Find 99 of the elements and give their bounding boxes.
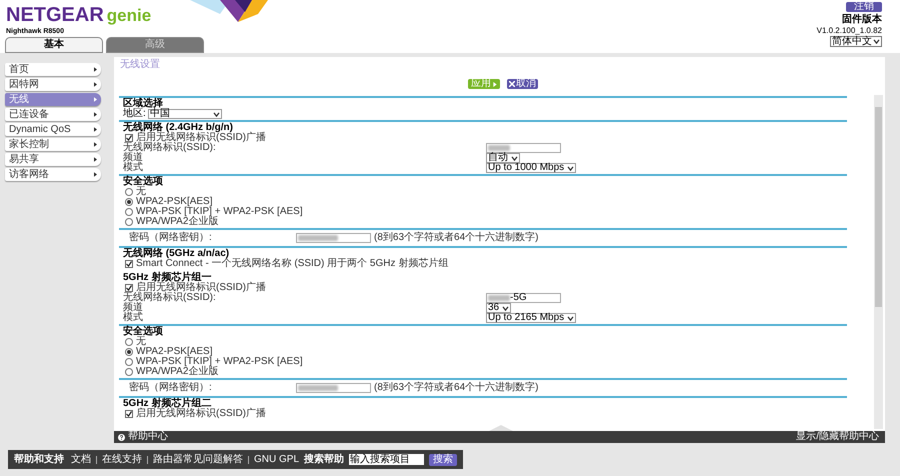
field-label: 频道 [123,303,144,313]
checkbox-label: 启用无线网络标识(SSID)广播 [136,409,266,419]
tab[interactable]: 基本 [5,37,103,53]
arrow-icon [94,97,97,102]
sidebar-item[interactable]: 已连设备 [5,108,101,121]
ssid-field[interactable] [486,143,561,153]
hint-text: (8到63个字符或者64个十六进制数字) [374,383,538,393]
field-label: 模式 [123,313,144,323]
section-heading: 无线网络 (5GHz a/n/ac) [123,249,230,259]
product-logo: genie [106,7,152,24]
section-heading: 5GHz 射频芯片组二 [123,399,212,409]
blurred-text [488,295,510,301]
search-label: 搜索帮助 [304,454,344,464]
checkbox[interactable] [125,134,133,142]
arrow-icon [94,112,97,117]
arrow-icon [94,67,97,72]
blurred-text [298,385,338,391]
language-select[interactable]: 简体中文 [830,36,882,47]
footer-link[interactable]: 在线支持 [102,454,142,464]
radio-button[interactable] [125,188,133,196]
dropdown[interactable]: Up to 1000 Mbps [486,163,576,173]
checkbox-label: 启用无线网络标识(SSID)广播 [136,133,266,143]
field-label: 地区: [123,109,146,119]
radio-button[interactable] [125,218,133,226]
footer-title: 帮助和支持 [14,454,64,464]
ssid-field[interactable]: -5G [486,293,561,303]
radio-button[interactable] [125,348,133,356]
section-heading: 5GHz 射频芯片组一 [123,273,212,283]
help-icon [118,434,125,440]
arrow-icon [94,82,97,87]
field-label: 无线网络标识(SSID): [123,293,216,303]
footer-link[interactable]: 文档 [71,454,91,464]
footer-link[interactable]: GNU GPL [254,454,300,464]
search-button[interactable]: 搜索 [429,454,458,466]
checkbox[interactable] [125,284,133,292]
radio-label: WPA/WPA2企业版 [136,217,218,227]
play-icon [493,82,497,86]
sidebar-item[interactable]: 家长控制 [5,138,101,151]
section-heading: 安全选项 [123,327,163,337]
checkbox[interactable] [125,260,133,268]
caret-icon [212,112,220,116]
footer-link[interactable]: 路由器常见问题解答 [153,454,243,464]
checkbox[interactable] [125,410,133,418]
page-title: 无线设置 [120,60,160,70]
sidebar-item[interactable]: 因特网 [5,78,101,91]
sidebar-item[interactable]: Dynamic QoS [5,123,101,136]
arrow-icon [94,172,97,177]
radio-button[interactable] [125,198,133,206]
field-label: 密码（网络密钥）: [129,233,213,243]
password-field[interactable] [296,233,371,243]
caret-icon [567,316,574,320]
radio-label: WPA-PSK [TKIP] + WPA2-PSK [AES] [136,207,303,217]
field-label: 频道 [123,153,144,163]
radio-label: 无 [136,337,146,347]
radio-button[interactable] [125,358,133,366]
caret-icon [511,156,518,160]
section-heading: 安全选项 [123,177,163,187]
checkbox-label: Smart Connect - 一个无线网络名称 (SSID) 用于两个 5GHz 射频芯片组 [136,259,448,269]
radio-label: WPA/WPA2企业版 [136,367,218,377]
dropdown[interactable]: Up to 2165 Mbps [486,313,576,323]
region-select[interactable]: 中国 [148,109,222,119]
help-toggle-link[interactable]: 显示/隐藏帮助中心 [796,431,879,443]
caret-icon [567,166,574,170]
arrow-icon [94,127,97,132]
blurred-text [298,235,338,241]
section-heading: 区域选择 [123,99,163,109]
radio-button[interactable] [125,338,133,346]
dropdown[interactable]: 36 [486,303,512,313]
password-field[interactable] [296,383,371,393]
scrollbar[interactable] [874,95,883,429]
blurred-text [488,145,510,151]
caret-icon [502,306,510,310]
firmware-version: V1.0.2.100_1.0.82 [816,26,882,35]
expand-handle[interactable] [489,425,513,431]
arrow-icon [94,142,97,147]
radio-label: WPA-PSK [TKIP] + WPA2-PSK [AES] [136,357,303,367]
field-label: 模式 [123,163,144,173]
sidebar-item[interactable]: 易共享 [5,153,101,166]
caret-icon [873,39,880,44]
sidebar-item[interactable]: 访客网络 [5,168,101,181]
checkbox-label: 启用无线网络标识(SSID)广播 [136,283,266,293]
dropdown[interactable]: 自动 [486,153,520,163]
radio-button[interactable] [125,208,133,216]
help-title: 帮助中心 [128,432,168,442]
radio-label: WPA2-PSK[AES] [136,197,213,207]
close-icon [509,81,515,87]
radio-label: WPA2-PSK[AES] [136,347,213,357]
field-label: 密码（网络密钥）: [129,383,213,393]
radio-label: 无 [136,187,146,197]
firmware-label: 固件版本 [842,15,882,25]
hint-text: (8到63个字符或者64个十六进制数字) [374,233,538,243]
radio-button[interactable] [125,368,133,376]
arrow-icon [94,157,97,162]
brand-logo: NETGEAR [6,5,104,25]
section-heading: 无线网络 (2.4GHz b/g/n) [123,123,233,133]
search-field[interactable]: 输入搜索项目 [349,454,424,465]
sidebar-item[interactable]: 首页 [5,63,101,76]
scrollbar-thumb[interactable] [875,107,882,307]
field-label: 无线网络标识(SSID): [123,143,216,153]
